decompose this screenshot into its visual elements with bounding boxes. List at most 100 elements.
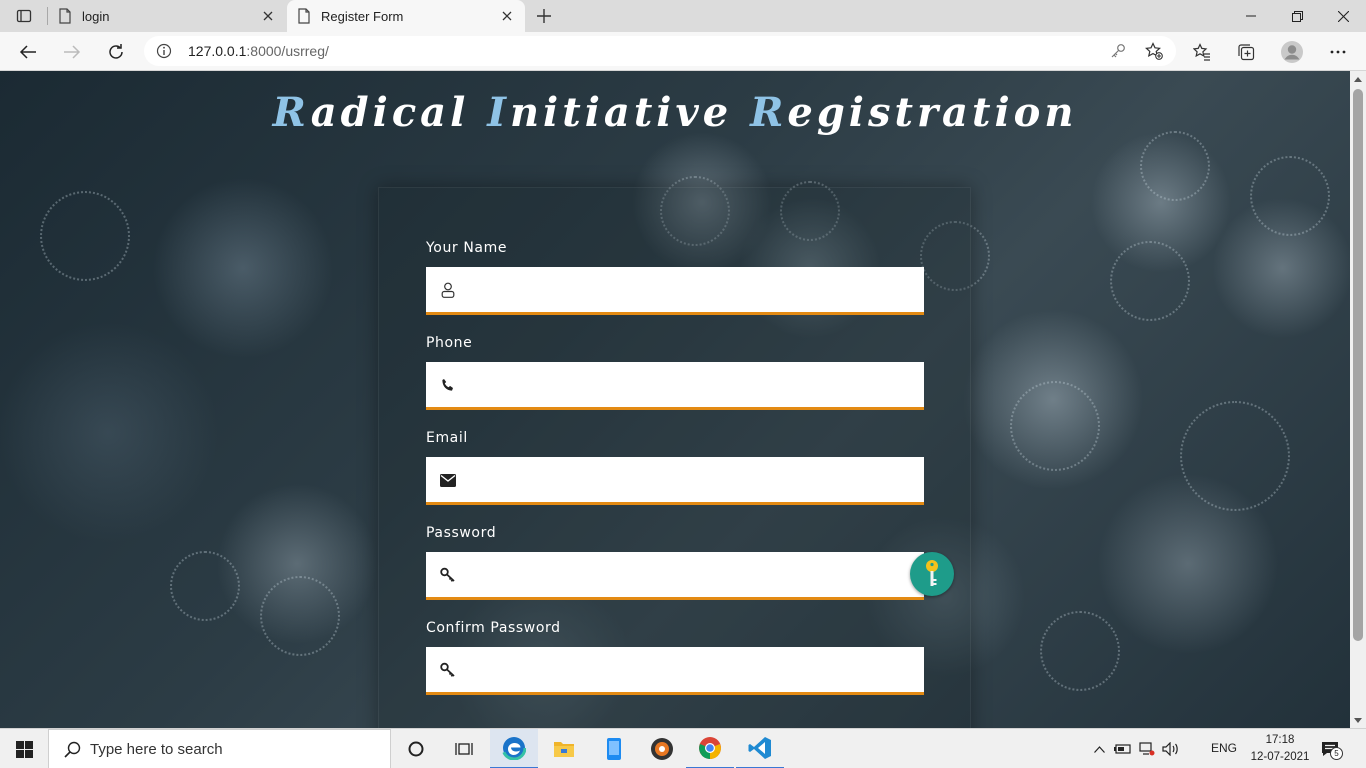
url-host: 127.0.0.1 — [188, 43, 247, 59]
password-label: Password — [426, 525, 497, 541]
add-favorite-button[interactable] — [1144, 41, 1164, 61]
phone-icon — [440, 377, 456, 393]
password-key-button[interactable] — [1108, 41, 1128, 61]
info-icon[interactable] — [156, 43, 172, 63]
collections-button[interactable] — [1231, 37, 1261, 67]
vscode-icon — [748, 737, 771, 759]
tab-close-button[interactable] — [499, 8, 515, 24]
show-hidden-icons-button[interactable] — [1090, 729, 1108, 768]
password-input[interactable] — [466, 552, 916, 597]
new-tab-button[interactable] — [532, 4, 556, 28]
back-button[interactable] — [13, 37, 43, 67]
volume-tray-button[interactable] — [1160, 729, 1182, 768]
tab-actions-button[interactable] — [0, 0, 48, 32]
title-initial: R — [750, 89, 788, 136]
tab-close-button[interactable] — [260, 8, 276, 24]
page-title: Radical Initiative Registration — [0, 89, 1350, 136]
star-plus-icon — [1145, 42, 1163, 60]
background-flower — [40, 191, 130, 281]
name-input[interactable] — [466, 267, 916, 312]
refresh-button[interactable] — [101, 37, 131, 67]
phone-label: Phone — [426, 335, 473, 351]
background-flower — [1250, 156, 1330, 236]
key-icon — [926, 560, 938, 586]
close-icon — [1337, 10, 1349, 22]
caret-up-icon — [1354, 76, 1362, 82]
title-initial: R — [272, 89, 311, 136]
battery-tray-button[interactable] — [1113, 729, 1133, 768]
confirm-password-field[interactable] — [426, 647, 924, 695]
caret-down-icon — [1354, 717, 1362, 723]
windows-logo-icon — [15, 740, 33, 758]
volume-icon — [1162, 742, 1178, 756]
taskbar-phone-app[interactable] — [590, 729, 638, 768]
start-button[interactable] — [0, 729, 48, 768]
taskbar-search[interactable]: Type here to search — [48, 729, 391, 768]
confirm-password-input[interactable] — [466, 647, 916, 692]
url-text: 127.0.0.1:8000/usrreg/ — [188, 43, 329, 59]
language-indicator[interactable]: ENG — [1211, 741, 1237, 755]
page-icon — [59, 8, 71, 24]
favorites-icon — [1193, 43, 1210, 61]
password-field[interactable] — [426, 552, 924, 600]
close-icon — [502, 11, 512, 21]
minimize-button[interactable] — [1228, 0, 1274, 32]
settings-more-button[interactable] — [1323, 37, 1353, 67]
registration-form: Your Name Phone Email Password Confirm P… — [378, 187, 971, 728]
edge-icon — [502, 736, 526, 760]
email-label: Email — [426, 430, 468, 446]
cortana-button[interactable] — [392, 729, 440, 768]
task-view-icon — [455, 743, 473, 755]
address-bar[interactable]: 127.0.0.1:8000/usrreg/ — [144, 36, 1176, 66]
background-flower — [1110, 241, 1190, 321]
tab-login[interactable]: login — [48, 0, 286, 32]
search-icon — [63, 740, 81, 758]
title-initial: I — [487, 89, 510, 136]
background-flower — [1040, 611, 1120, 691]
forward-button[interactable] — [57, 37, 87, 67]
email-input[interactable] — [466, 457, 916, 502]
name-label: Your Name — [426, 240, 508, 256]
scrollbar-thumb[interactable] — [1353, 89, 1363, 641]
notification-count: 5 — [1330, 747, 1343, 760]
scroll-up-button[interactable] — [1350, 71, 1366, 87]
network-tray-button[interactable] — [1137, 729, 1157, 768]
profile-button[interactable] — [1277, 37, 1307, 67]
taskbar-vscode[interactable] — [736, 729, 784, 768]
close-window-button[interactable] — [1320, 0, 1366, 32]
phone-input[interactable] — [466, 362, 916, 407]
action-center-button[interactable]: 5 — [1318, 737, 1343, 761]
restore-button[interactable] — [1274, 0, 1320, 32]
vertical-scrollbar[interactable] — [1350, 71, 1366, 728]
taskbar-file-explorer[interactable] — [540, 729, 588, 768]
user-icon — [440, 282, 456, 298]
taskbar-chrome[interactable] — [686, 729, 734, 768]
title-word-rest: adical — [310, 89, 470, 136]
chevron-up-icon — [1093, 745, 1105, 753]
browser-tab-strip: login Register Form — [0, 0, 1366, 32]
plus-icon — [537, 9, 551, 23]
phone-field[interactable] — [426, 362, 924, 410]
media-app-icon — [651, 738, 673, 760]
taskbar-media-app[interactable] — [638, 729, 686, 768]
tab-title: Register Form — [321, 8, 404, 24]
clock[interactable]: 17:18 12-07-2021 — [1247, 732, 1313, 766]
avatar-icon — [1281, 41, 1303, 63]
page-icon — [298, 8, 310, 24]
tab-register-form[interactable]: Register Form — [287, 0, 525, 32]
email-field[interactable] — [426, 457, 924, 505]
scroll-down-button[interactable] — [1350, 712, 1366, 728]
password-manager-button[interactable] — [910, 552, 954, 596]
clock-time: 17:18 — [1265, 734, 1295, 746]
browser-toolbar: 127.0.0.1:8000/usrreg/ — [0, 32, 1366, 71]
name-field[interactable] — [426, 267, 924, 315]
task-view-button[interactable] — [440, 729, 488, 768]
background-flower — [1140, 131, 1210, 201]
url-path: :8000/usrreg/ — [246, 43, 329, 59]
close-icon — [263, 11, 273, 21]
background-flower — [1180, 401, 1290, 511]
title-word-rest: nitiative — [509, 89, 733, 136]
favorites-button[interactable] — [1187, 37, 1217, 67]
taskbar-edge[interactable] — [490, 729, 538, 768]
clock-date: 12-07-2021 — [1250, 751, 1310, 763]
